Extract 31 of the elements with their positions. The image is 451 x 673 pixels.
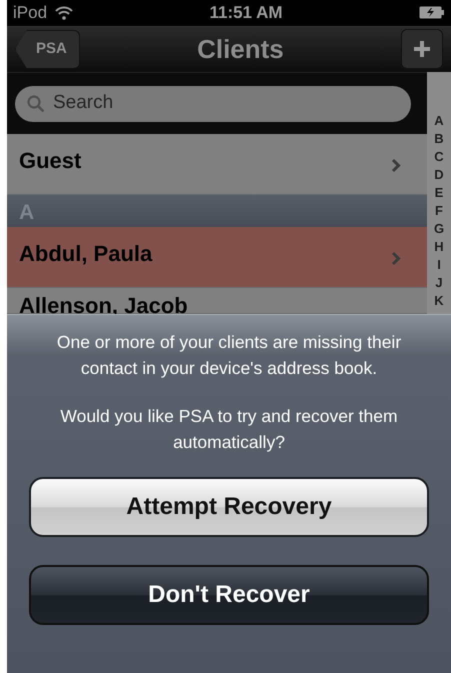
- chevron-right-icon: [391, 251, 401, 266]
- time-label: 11:51 AM: [209, 2, 283, 24]
- nav-title: Clients: [197, 32, 284, 66]
- back-button[interactable]: PSA: [15, 30, 80, 68]
- search-field[interactable]: Search: [15, 86, 411, 122]
- index-bar[interactable]: A B C D E F G H I J K: [427, 72, 451, 314]
- index-letter[interactable]: H: [434, 238, 444, 256]
- search-icon: [27, 94, 45, 112]
- client-row[interactable]: Abdul, Paula: [7, 227, 427, 288]
- index-letter[interactable]: B: [434, 130, 444, 148]
- index-letter[interactable]: K: [434, 292, 444, 310]
- cancel-button[interactable]: Don't Recover: [29, 565, 429, 625]
- plus-icon: [412, 39, 432, 60]
- index-letter[interactable]: D: [434, 166, 444, 184]
- sheet-message: Would you like PSA to try and recover them automatically?: [59, 405, 399, 454]
- index-letter[interactable]: I: [437, 256, 441, 274]
- index-letter[interactable]: C: [434, 148, 444, 166]
- index-letter[interactable]: E: [434, 184, 444, 202]
- recovery-button[interactable]: Attempt Recovery: [29, 477, 429, 537]
- carrier-label: iPod: [13, 2, 48, 24]
- sheet-message: One or more of your clients are missing their contact in your device's address book.: [56, 331, 402, 380]
- wifi-icon: [55, 6, 74, 20]
- index-letter[interactable]: J: [435, 274, 443, 292]
- add-button[interactable]: [401, 29, 443, 70]
- client-row[interactable]: Allenson, Jacob: [7, 288, 427, 314]
- index-letter[interactable]: A: [434, 112, 444, 130]
- index-letter[interactable]: G: [434, 220, 444, 238]
- chevron-right-icon: [391, 158, 401, 173]
- index-letter[interactable]: F: [435, 202, 443, 220]
- client-row[interactable]: Guest: [7, 134, 427, 195]
- battery-icon: [418, 6, 445, 20]
